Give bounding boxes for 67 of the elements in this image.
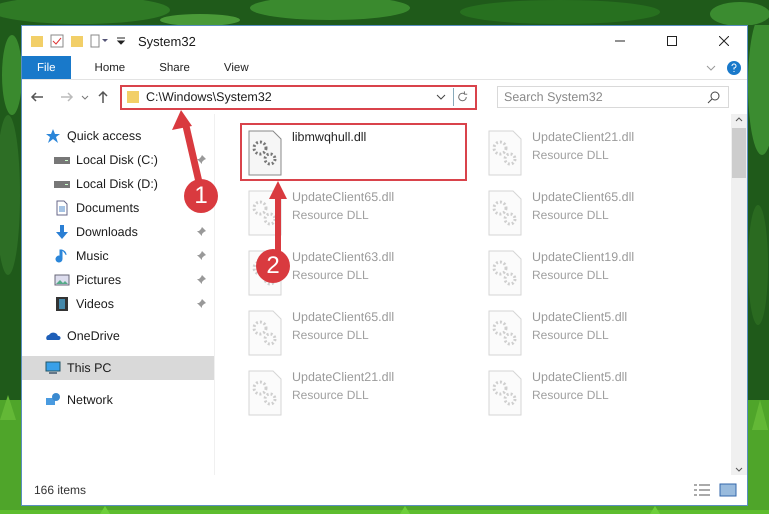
sidebar-item[interactable]: Videos — [22, 292, 214, 316]
computer-icon — [45, 360, 61, 376]
file-type: Resource DLL — [292, 388, 369, 402]
scrollbar[interactable] — [731, 114, 747, 475]
annotation-arrow — [269, 181, 287, 252]
back-arrow-icon[interactable] — [30, 90, 44, 104]
sidebar-item[interactable]: Network — [22, 388, 117, 412]
file-type: Resource DLL — [532, 328, 609, 342]
pictures-icon — [54, 272, 70, 288]
pin-icon[interactable] — [196, 275, 206, 285]
network-icon — [45, 392, 61, 408]
sidebar-item[interactable]: Documents — [22, 196, 144, 220]
file-type: Resource DLL — [532, 268, 609, 282]
dll-file-icon — [488, 130, 522, 176]
sidebar-item[interactable]: Pictures — [22, 268, 214, 292]
dll-file-icon — [248, 310, 282, 356]
sidebar-item[interactable]: This PC — [22, 356, 214, 380]
ribbon-tab[interactable]: Home — [80, 56, 140, 79]
dll-file-icon — [248, 130, 282, 176]
close-icon — [719, 36, 729, 46]
drive-icon — [54, 156, 70, 164]
pin-icon[interactable] — [196, 251, 206, 261]
file-item[interactable]: libmwqhull.dll — [240, 123, 467, 181]
ribbon-tab[interactable]: View — [210, 56, 263, 79]
document-icon — [54, 200, 70, 216]
folder-icon — [30, 34, 44, 48]
pin-icon[interactable] — [196, 227, 206, 237]
sidebar-item[interactable]: Quick access — [22, 124, 146, 148]
file-type: Resource DLL — [292, 328, 369, 342]
search-field[interactable]: Search System32 — [497, 86, 729, 108]
scroll-thumb[interactable] — [732, 128, 746, 178]
dll-file-icon — [488, 310, 522, 356]
window-title: System32 — [138, 34, 197, 48]
details-view-icon[interactable] — [693, 483, 711, 497]
sidebar-item[interactable]: Music — [22, 244, 214, 268]
file-type: Resource DLL — [532, 208, 609, 222]
ribbon-tab[interactable]: File — [22, 56, 71, 79]
folder-icon — [126, 90, 140, 104]
address-bar[interactable]: C:\Windows\System32 — [120, 84, 477, 110]
sidebar-item[interactable]: OneDrive — [22, 324, 124, 348]
dll-file-icon — [488, 370, 522, 416]
file-type: Resource DLL — [292, 208, 369, 222]
sidebar-item[interactable]: Local Disk (C:) — [22, 148, 214, 172]
file-type: Resource DLL — [532, 388, 609, 402]
dll-file-icon — [248, 370, 282, 416]
pin-icon[interactable] — [196, 299, 206, 309]
file-name: libmwqhull.dll — [292, 130, 366, 144]
view-options-icon[interactable] — [90, 34, 110, 48]
star-icon — [45, 128, 61, 144]
file-type: Resource DLL — [532, 148, 609, 162]
maximize-icon — [667, 36, 677, 46]
drive-icon — [54, 180, 70, 188]
film-icon — [54, 296, 70, 312]
large-icons-view-icon[interactable] — [719, 483, 737, 497]
file-type: Resource DLL — [292, 268, 369, 282]
dropdown-icon[interactable] — [116, 36, 126, 46]
up-arrow-icon[interactable] — [96, 90, 110, 104]
dll-file-icon — [488, 250, 522, 296]
download-arrow-icon — [54, 224, 70, 240]
ribbon-tab[interactable]: Share — [145, 56, 204, 79]
item-count: 166 items — [34, 483, 88, 497]
pin-icon[interactable] — [196, 155, 206, 165]
sidebar-item[interactable]: Local Disk (D:) — [22, 172, 162, 196]
dll-file-icon — [248, 190, 282, 236]
sidebar-item[interactable]: Downloads — [22, 220, 214, 244]
properties-icon[interactable] — [50, 34, 64, 48]
dll-file-icon — [488, 190, 522, 236]
